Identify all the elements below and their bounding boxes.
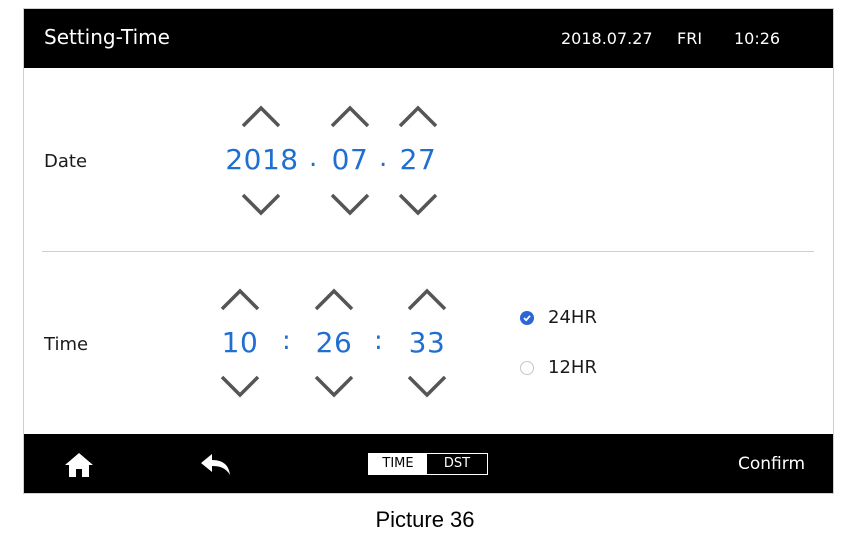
status-date: 2018.07.27 <box>561 29 653 48</box>
device-screen: Setting-Time 2018.07.27 FRI 10:26 Date 2… <box>23 8 834 494</box>
month-up-button[interactable] <box>328 102 372 130</box>
radio-checked-icon <box>520 310 534 325</box>
date-separator: . <box>309 143 318 173</box>
time-separator: : <box>374 326 383 356</box>
chevron-up-icon <box>407 288 447 311</box>
year-value[interactable]: 2018 <box>224 143 300 176</box>
confirm-button[interactable]: Confirm <box>738 454 805 474</box>
home-button[interactable] <box>64 452 94 478</box>
tab-time[interactable]: TIME <box>369 454 427 474</box>
date-label: Date <box>44 151 88 172</box>
radio-unchecked-icon <box>520 360 534 375</box>
month-down-button[interactable] <box>328 191 372 219</box>
status-time: 10:26 <box>734 29 781 48</box>
radio-24hr-label: 24HR <box>548 307 597 328</box>
second-value[interactable]: 33 <box>401 326 453 359</box>
radio-12hr[interactable]: 12HR <box>520 357 597 378</box>
second-up-button[interactable] <box>405 285 449 313</box>
month-value[interactable]: 07 <box>324 143 376 176</box>
day-up-button[interactable] <box>396 102 440 130</box>
page-title: Setting-Time <box>44 25 170 49</box>
radio-24hr[interactable]: 24HR <box>520 307 597 328</box>
minute-down-button[interactable] <box>312 373 356 401</box>
radio-12hr-label: 12HR <box>548 357 597 378</box>
date-separator: . <box>379 143 388 173</box>
home-icon <box>65 453 93 477</box>
year-down-button[interactable] <box>239 191 283 219</box>
time-label: Time <box>44 334 89 355</box>
time-separator: : <box>282 326 291 356</box>
chevron-down-icon <box>314 375 354 398</box>
hour-value[interactable]: 10 <box>214 326 266 359</box>
back-button[interactable] <box>200 452 232 478</box>
figure-caption: Picture 36 <box>375 507 475 532</box>
day-down-button[interactable] <box>396 191 440 219</box>
chevron-down-icon <box>407 375 447 398</box>
day-value[interactable]: 27 <box>392 143 444 176</box>
tab-dst[interactable]: DST <box>427 454 487 474</box>
divider <box>42 251 814 252</box>
chevron-down-icon <box>241 193 281 216</box>
year-up-button[interactable] <box>239 102 283 130</box>
hour-down-button[interactable] <box>218 373 262 401</box>
chevron-up-icon <box>220 288 260 311</box>
mode-tabs: TIME DST <box>368 453 488 475</box>
status-day: FRI <box>677 29 703 48</box>
chevron-up-icon <box>398 105 438 128</box>
status-bar: Setting-Time 2018.07.27 FRI 10:26 <box>24 9 833 68</box>
chevron-up-icon <box>314 288 354 311</box>
chevron-up-icon <box>241 105 281 128</box>
back-arrow-icon <box>201 454 230 475</box>
minute-value[interactable]: 26 <box>308 326 360 359</box>
chevron-down-icon <box>220 375 260 398</box>
bottom-bar: TIME DST Confirm <box>24 434 833 493</box>
chevron-up-icon <box>330 105 370 128</box>
chevron-down-icon <box>330 193 370 216</box>
chevron-down-icon <box>398 193 438 216</box>
hour-up-button[interactable] <box>218 285 262 313</box>
second-down-button[interactable] <box>405 373 449 401</box>
minute-up-button[interactable] <box>312 285 356 313</box>
